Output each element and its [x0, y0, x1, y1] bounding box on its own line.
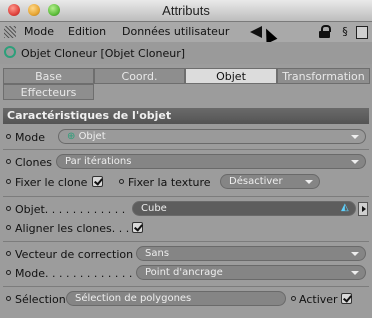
tab-objet[interactable]: Objet — [185, 68, 277, 84]
chevron-down-icon — [305, 180, 313, 184]
mode2-value: Point d'ancrage — [145, 267, 223, 278]
align-row: Aligner les clones. . . — [4, 219, 370, 237]
active-checkbox[interactable] — [341, 293, 352, 304]
fix-texture-dropdown[interactable]: Désactiver — [220, 174, 320, 189]
objet-value: Cube — [141, 203, 167, 214]
mode-value: Objet — [78, 131, 106, 142]
divider — [3, 149, 369, 150]
chevron-down-icon — [351, 271, 359, 275]
vector-value: Sans — [145, 248, 170, 259]
animate-dot-icon[interactable] — [6, 206, 11, 211]
align-label: Aligner les clones. . . — [15, 222, 130, 235]
selection-label: Sélection — [15, 293, 66, 306]
new-window-icon[interactable] — [356, 26, 368, 39]
objet-label: Objet. . . . . . . . . . . . — [15, 203, 126, 216]
divider — [3, 241, 369, 242]
mode-label: Mode — [15, 131, 45, 144]
fix-texture-value: Désactiver — [229, 176, 283, 187]
mode2-row: Mode. . . . . . . . . . . . . Point d'an… — [4, 264, 370, 282]
object-title: Objet Cloneur [Objet Cloneur] — [21, 47, 186, 60]
mode2-dropdown[interactable]: Point d'ancrage — [136, 265, 366, 280]
link-menu-button[interactable] — [358, 202, 368, 216]
selection-value: Sélection de polygones — [75, 293, 192, 304]
tab-effecteurs[interactable]: Effecteurs — [3, 84, 94, 100]
key-icon[interactable]: § — [339, 25, 351, 38]
attributes-window: Attributs Mode Edition Données utilisate… — [0, 0, 372, 318]
vector-label: Vecteur de correction — [15, 248, 134, 261]
clones-value: Par itérations — [65, 156, 132, 167]
animate-dot-icon[interactable] — [6, 134, 11, 139]
mode-row: Mode ⊕ Objet — [4, 128, 370, 146]
tab-coord[interactable]: Coord. — [94, 68, 185, 84]
menu-mode[interactable]: Mode — [24, 25, 54, 38]
vector-dropdown[interactable]: Sans — [136, 246, 366, 261]
animate-dot-icon[interactable] — [6, 270, 11, 275]
selection-row: Sélection Sélection de polygones Activer — [4, 290, 370, 308]
clones-dropdown[interactable]: Par itérations — [56, 154, 366, 169]
title-bar: Attributs — [0, 0, 372, 22]
divider — [3, 286, 369, 287]
divider — [3, 196, 369, 197]
menu-bar: Mode Edition Données utilisateur § — [0, 22, 372, 44]
align-checkbox[interactable] — [132, 222, 143, 233]
cloner-small-icon: ⊕ — [67, 131, 79, 142]
animate-dot-icon[interactable] — [6, 296, 11, 301]
fix-clone-label: Fixer le clone — [15, 176, 88, 189]
fix-row: Fixer le clone Fixer la texture Désactiv… — [4, 173, 370, 191]
selection-field[interactable]: Sélection de polygones — [66, 291, 286, 306]
section-header: Caractéristiques de l'objet — [3, 108, 369, 124]
cloner-icon — [4, 46, 16, 58]
animate-dot-icon[interactable] — [6, 159, 11, 164]
chevron-down-icon — [351, 252, 359, 256]
objet-link-field[interactable]: Cube ◭ — [132, 201, 356, 216]
vector-row: Vecteur de correction Sans — [4, 245, 370, 263]
clones-label: Clones — [15, 156, 52, 169]
animate-dot-icon[interactable] — [6, 179, 11, 184]
menu-edition[interactable]: Edition — [68, 25, 106, 38]
active-label: Activer — [299, 293, 338, 306]
grip-icon[interactable] — [4, 26, 16, 38]
window-title: Attributs — [162, 3, 210, 18]
fix-texture-label: Fixer la texture — [128, 176, 211, 189]
animate-dot-icon[interactable] — [291, 296, 296, 301]
tab-base[interactable]: Base — [3, 68, 94, 84]
chevron-down-icon — [351, 135, 359, 139]
lock-icon[interactable] — [319, 25, 331, 38]
menu-user-data[interactable]: Données utilisateur — [122, 25, 229, 38]
object-header: Objet Cloneur [Objet Cloneur] — [0, 42, 372, 64]
animate-dot-icon[interactable] — [6, 251, 11, 256]
tab-bar: Base Coord. Objet Transformation Effecte… — [3, 68, 370, 102]
mode-dropdown[interactable]: ⊕ Objet — [58, 129, 366, 144]
cube-icon: ◭ — [341, 202, 349, 213]
chevron-down-icon — [351, 160, 359, 164]
fix-clone-checkbox[interactable] — [92, 176, 103, 187]
mode2-label: Mode. . . . . . . . . . . . . — [15, 267, 133, 280]
animate-dot-icon[interactable] — [6, 225, 11, 230]
tab-transformation[interactable]: Transformation — [277, 68, 370, 84]
clones-row: Clones Par itérations — [4, 153, 370, 171]
animate-dot-icon[interactable] — [119, 179, 124, 184]
objet-row: Objet. . . . . . . . . . . . Cube ◭ — [4, 200, 370, 218]
